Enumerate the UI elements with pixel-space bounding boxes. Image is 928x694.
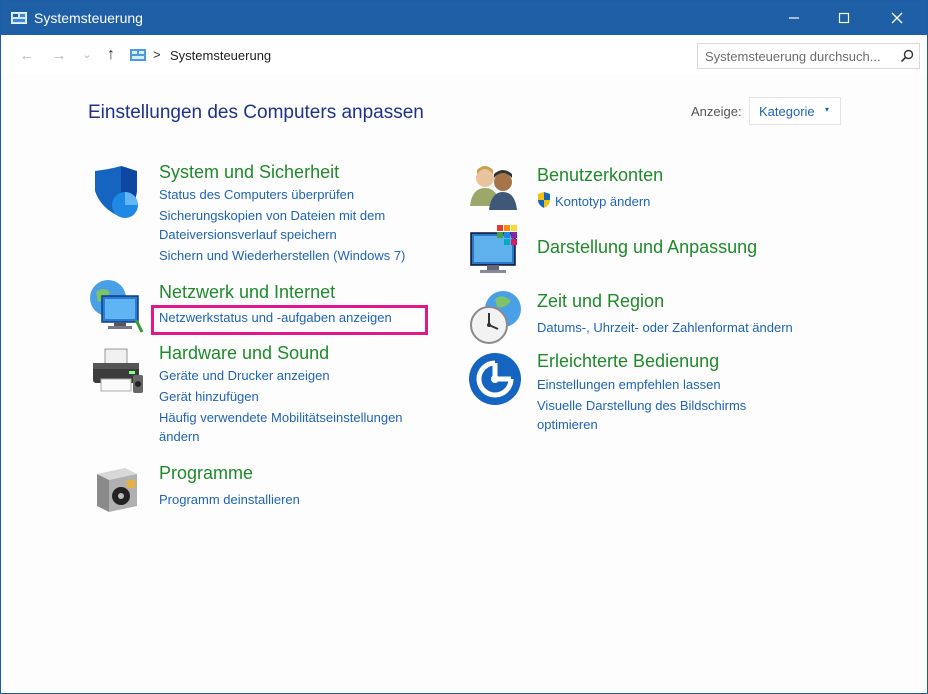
category-erleichterte-bedienung[interactable]: Erleichterte Bedienung <box>537 351 719 372</box>
address-toolbar: ← → ⌄ ↑ > Systemsteuerung Systemsteuerun… <box>1 35 927 75</box>
minimize-button[interactable] <box>771 1 817 35</box>
link-datums-uhrzeit-zahlenformat[interactable]: Datums-, Uhrzeit- oder Zahlenformat ände… <box>537 320 793 335</box>
network-globe-icon[interactable] <box>88 278 144 334</box>
link-aendern[interactable]: ändern <box>159 429 199 444</box>
link-sicherungskopien[interactable]: Sicherungskopien von Dateien mit dem <box>159 208 385 223</box>
ease-of-access-icon[interactable] <box>467 351 523 407</box>
maximize-button[interactable] <box>821 1 867 35</box>
page-title: Einstellungen des Computers anpassen <box>88 102 424 123</box>
category-netzwerk-und-internet[interactable]: Netzwerk und Internet <box>159 282 335 303</box>
search-icon <box>900 49 914 63</box>
breadcrumb-separator: > <box>153 47 161 62</box>
window-title: Systemsteuerung <box>34 10 143 26</box>
printer-icon[interactable] <box>89 343 145 399</box>
control-panel-app-icon <box>11 12 27 24</box>
link-einstellungen-empfehlen[interactable]: Einstellungen empfehlen lassen <box>537 377 721 392</box>
dropdown-caret-icon: ▾ <box>825 105 830 114</box>
link-geraete-drucker[interactable]: Geräte und Drucker anzeigen <box>159 368 330 383</box>
shield-icon[interactable] <box>89 165 145 221</box>
address-field[interactable]: > Systemsteuerung <box>125 43 810 69</box>
control-panel-window: Systemsteuerung ← → ⌄ ↑ > Systemsteuerun… <box>0 0 928 694</box>
title-bar[interactable]: Systemsteuerung <box>1 1 927 35</box>
close-button[interactable] <box>874 1 920 35</box>
view-mode-value: Kategorie <box>759 104 815 119</box>
category-programme[interactable]: Programme <box>159 463 253 484</box>
view-mode-dropdown[interactable]: Kategorie ▾ <box>749 97 841 125</box>
programs-box-icon[interactable] <box>91 460 147 516</box>
category-darstellung-und-anpassung[interactable]: Darstellung und Anpassung <box>537 237 757 258</box>
minimize-icon <box>789 17 799 19</box>
close-icon <box>891 12 903 24</box>
forward-button[interactable]: → <box>49 45 69 65</box>
link-mobilitaetseinstellungen[interactable]: Häufig verwendete Mobilitätseinstellunge… <box>159 410 403 425</box>
breadcrumb-systemsteuerung[interactable]: Systemsteuerung <box>170 48 271 63</box>
link-visuelle-darstellung[interactable]: Visuelle Darstellung des Bildschirms <box>537 398 746 413</box>
link-programm-deinstallieren[interactable]: Programm deinstallieren <box>159 492 300 507</box>
category-system-und-sicherheit[interactable]: System und Sicherheit <box>159 162 339 183</box>
link-sichern-wiederherstellen[interactable]: Sichern und Wiederherstellen (Windows 7) <box>159 248 405 263</box>
view-label: Anzeige: <box>691 104 742 119</box>
category-hardware-und-sound[interactable]: Hardware und Sound <box>159 343 329 364</box>
link-dateiversionsverlauf[interactable]: Dateiversionsverlauf speichern <box>159 227 337 242</box>
maximize-icon <box>838 12 850 24</box>
up-button[interactable]: ↑ <box>101 45 121 65</box>
link-status-pruefen[interactable]: Status des Computers überprüfen <box>159 187 354 202</box>
link-geraet-hinzufuegen[interactable]: Gerät hinzufügen <box>159 389 259 404</box>
category-benutzerkonten[interactable]: Benutzerkonten <box>537 165 663 186</box>
link-optimieren[interactable]: optimieren <box>537 417 598 432</box>
back-button[interactable]: ← <box>17 45 37 65</box>
link-kontotyp-aendern[interactable]: Kontotyp ändern <box>555 194 650 209</box>
clock-globe-icon[interactable] <box>467 289 523 345</box>
category-zeit-und-region[interactable]: Zeit und Region <box>537 291 664 312</box>
search-placeholder: Systemsteuerung durchsuch... <box>705 49 881 64</box>
user-accounts-icon[interactable] <box>467 162 523 218</box>
appearance-monitor-icon[interactable] <box>467 223 523 279</box>
control-panel-location-icon <box>130 49 146 61</box>
highlight-annotation-box <box>151 305 428 335</box>
recent-locations-button[interactable]: ⌄ <box>77 44 97 64</box>
uac-shield-icon <box>538 192 550 208</box>
main-content: Einstellungen des Computers anpassen Anz… <box>1 75 927 693</box>
search-input[interactable]: Systemsteuerung durchsuch... <box>697 43 920 69</box>
